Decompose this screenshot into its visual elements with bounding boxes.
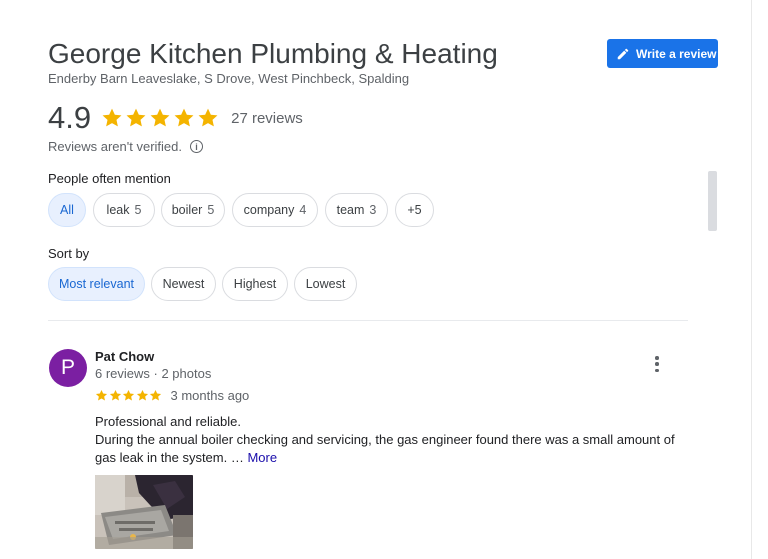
verification-note: Reviews aren't verified. i bbox=[48, 139, 203, 154]
chip-label: leak bbox=[106, 203, 130, 217]
sort-highest[interactable]: Highest bbox=[222, 267, 288, 301]
chip-company[interactable]: company 4 bbox=[232, 193, 318, 227]
chip-leak[interactable]: leak 5 bbox=[93, 193, 155, 227]
review-photo[interactable] bbox=[95, 475, 193, 549]
sort-option-label: Newest bbox=[162, 277, 205, 291]
page-edge bbox=[751, 0, 768, 559]
review-line-1: Professional and reliable. bbox=[95, 414, 241, 429]
chip-boiler[interactable]: boiler 5 bbox=[161, 193, 225, 227]
sort-most-relevant[interactable]: Most relevant bbox=[48, 267, 145, 301]
sort-option-label: Most relevant bbox=[58, 277, 135, 291]
chip-label: boiler bbox=[171, 203, 203, 217]
chip-label: company bbox=[243, 203, 295, 217]
photo-image bbox=[95, 475, 193, 549]
chip-label: +5 bbox=[407, 203, 422, 217]
review-text: Professional and reliable. During the an… bbox=[95, 413, 685, 467]
review-time: 3 months ago bbox=[170, 388, 250, 403]
star-icon bbox=[174, 108, 194, 127]
chip-count: 3 bbox=[369, 203, 377, 217]
sort-lowest[interactable]: Lowest bbox=[294, 267, 357, 301]
verification-text: Reviews aren't verified. bbox=[48, 139, 182, 154]
review-body: During the annual boiler checking and se… bbox=[95, 432, 675, 465]
sort-label: Sort by bbox=[48, 246, 90, 261]
chip-more[interactable]: +5 bbox=[395, 193, 434, 227]
divider bbox=[48, 320, 688, 321]
star-icon bbox=[149, 389, 162, 401]
chip-label: All bbox=[60, 203, 74, 217]
write-review-label: Write a review bbox=[636, 46, 717, 61]
chip-count: 5 bbox=[134, 203, 142, 217]
star-icon bbox=[126, 108, 146, 127]
sort-option-label: Highest bbox=[233, 277, 277, 291]
info-icon[interactable]: i bbox=[189, 140, 203, 153]
chip-team[interactable]: team 3 bbox=[325, 193, 388, 227]
more-vert-icon[interactable] bbox=[650, 355, 664, 373]
pencil-icon bbox=[617, 48, 629, 59]
star-icon bbox=[109, 389, 121, 401]
sort-option-label: Lowest bbox=[305, 277, 346, 291]
rating-summary: 4.9 27 reviews bbox=[48, 100, 303, 136]
review-count: 27 reviews bbox=[231, 109, 303, 127]
chip-count: 4 bbox=[299, 203, 307, 217]
reviews-panel: George Kitchen Plumbing & Heating Enderb… bbox=[0, 0, 752, 559]
business-address: Enderby Barn Leaveslake, S Drove, West P… bbox=[48, 71, 410, 86]
review-line-2: During the annual boiler checking and se… bbox=[95, 431, 685, 467]
star-icon bbox=[136, 389, 148, 401]
star-icon bbox=[95, 389, 108, 401]
chip-all[interactable]: All bbox=[48, 193, 86, 227]
rating-score: 4.9 bbox=[48, 100, 92, 135]
business-name: George Kitchen Plumbing & Heating bbox=[48, 38, 498, 69]
reviewer-name[interactable]: Pat Chow bbox=[95, 349, 154, 364]
write-review-button[interactable]: Write a review bbox=[607, 39, 718, 68]
review-rating: 3 months ago bbox=[95, 388, 249, 403]
star-icon bbox=[122, 389, 135, 401]
chip-label: team bbox=[336, 203, 365, 217]
mentions-label: People often mention bbox=[48, 171, 171, 186]
rating-stars bbox=[101, 107, 219, 129]
avatar[interactable]: P bbox=[49, 349, 87, 387]
more-link[interactable]: More bbox=[247, 450, 277, 465]
star-icon bbox=[102, 108, 122, 127]
scrollbar-thumb[interactable] bbox=[708, 171, 717, 231]
reviewer-meta: 6 reviews · 2 photos bbox=[95, 366, 212, 381]
sort-newest[interactable]: Newest bbox=[151, 267, 216, 301]
chip-count: 5 bbox=[207, 203, 215, 217]
star-icon bbox=[198, 108, 218, 127]
star-icon bbox=[150, 108, 170, 127]
review-stars bbox=[95, 389, 163, 402]
